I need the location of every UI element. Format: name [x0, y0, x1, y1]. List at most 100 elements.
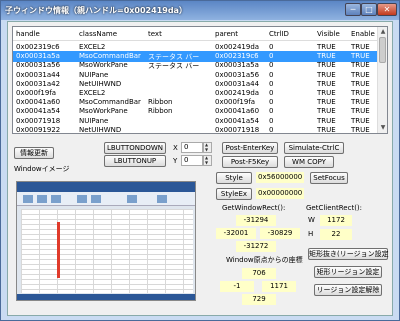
cell-parent: 0x000f19fa: [215, 98, 256, 107]
clientrect-width: 1172: [320, 215, 352, 226]
region-release-button[interactable]: リージョン設定解除: [314, 284, 382, 296]
title-bar[interactable]: 子ウィンドウ情報（親ハンドル=0x002419da） ─ □ ✕: [1, 1, 399, 20]
cell-enable: TRUE: [351, 52, 370, 61]
x-spinner[interactable]: ▲ ▼: [203, 142, 212, 153]
cell-classname: EXCEL2: [79, 89, 106, 97]
column-header-handle[interactable]: handle: [16, 30, 40, 38]
vertical-scrollbar[interactable]: ▲ ▼: [377, 27, 387, 133]
cell-enable: TRUE: [351, 79, 370, 88]
cell-visible: TRUE: [317, 79, 336, 88]
column-header-ctrlid[interactable]: CtrlID: [269, 30, 289, 38]
styleex-value: 0x00000000: [256, 188, 304, 199]
cell-parent: 0x00071918: [215, 125, 260, 134]
column-header-visible[interactable]: Visible: [317, 30, 340, 38]
cell-handle: 0x00041a54: [16, 107, 61, 116]
window-image-label: Windowイメージ: [14, 165, 70, 173]
getwindowrect-label: GetWindowRect():: [222, 204, 286, 212]
y-spinner[interactable]: ▲ ▼: [203, 155, 212, 166]
cell-classname: NetUIHWND: [79, 79, 122, 88]
cell-enable: TRUE: [351, 98, 370, 107]
post-f5key-button[interactable]: Post-F5Key: [222, 156, 278, 168]
cell-ctrlid: 0: [269, 107, 274, 116]
window-title: 子ウィンドウ情報（親ハンドル=0x002419da）: [5, 6, 187, 15]
cell-visible: TRUE: [317, 125, 336, 134]
cell-visible: TRUE: [317, 107, 336, 116]
list-row[interactable]: 0x00091922 NetUIHWND 0x00071918 0 TRUE TRUE: [13, 125, 379, 134]
cell-classname: MsoWorkPane: [79, 61, 128, 70]
close-button[interactable]: ✕: [377, 3, 397, 16]
cell-ctrlid: 0: [269, 125, 274, 134]
cell-classname: NUIPane: [79, 70, 109, 79]
cell-parent: 0x002419da: [215, 43, 260, 51]
child-window-info-dialog: 子ウィンドウ情報（親ハンドル=0x002419da） ─ □ ✕ handle …: [0, 0, 400, 321]
maximize-button[interactable]: □: [361, 3, 377, 16]
cell-parent: 0x002319c6: [215, 52, 259, 61]
lbuttondown-button[interactable]: LBUTTONDOWN: [104, 142, 166, 154]
cell-classname: MsoWorkPane: [79, 107, 128, 116]
wm-copy-button[interactable]: WM COPY: [284, 156, 334, 168]
preview-highlight: [57, 222, 60, 278]
cell-enable: TRUE: [351, 61, 370, 70]
cell-parent: 0x00041a60: [215, 107, 260, 116]
cell-enable: TRUE: [351, 125, 370, 134]
cell-handle: 0x00031a44: [16, 70, 61, 79]
cell-classname: EXCEL2: [79, 43, 106, 51]
preview-ribbon: [17, 192, 195, 206]
cell-ctrlid: 0: [269, 79, 274, 88]
cell-ctrlid: 0: [269, 61, 274, 70]
getclientrect-label: GetClientRect():: [306, 204, 363, 212]
column-header-text[interactable]: text: [148, 30, 162, 38]
lbuttonup-button[interactable]: LBUTTONUP: [104, 155, 166, 167]
cell-ctrlid: 0: [269, 70, 274, 79]
cell-handle: 0x000f19fa: [16, 89, 57, 97]
origin-bottom: 729: [242, 294, 276, 305]
preview-titlebar: [17, 182, 195, 192]
cell-text: Ribbon: [148, 107, 173, 116]
cell-ctrlid: 0: [269, 116, 274, 125]
cell-classname: NetUIHWND: [79, 125, 122, 134]
x-input[interactable]: 0: [181, 142, 203, 153]
scroll-up-icon[interactable]: ▲: [379, 28, 387, 36]
cell-handle: 0x00031a42: [16, 79, 61, 88]
simulate-ctrlc-button[interactable]: Simulate-CtrlC: [284, 142, 344, 154]
setfocus-button[interactable]: SetFocus: [310, 172, 348, 184]
cell-visible: TRUE: [317, 43, 336, 51]
style-button[interactable]: Style: [216, 172, 252, 184]
cell-handle: 0x00031a5a: [16, 52, 60, 61]
cell-ctrlid: 0: [269, 43, 274, 51]
cell-enable: TRUE: [351, 89, 370, 97]
cell-visible: TRUE: [317, 98, 336, 107]
cell-ctrlid: 0: [269, 98, 274, 107]
rect-region-button[interactable]: 矩形リージョン設定: [314, 266, 382, 278]
column-header-classname[interactable]: className: [79, 30, 117, 38]
cell-text: Ribbon: [148, 98, 173, 107]
minimize-button[interactable]: ─: [345, 3, 361, 16]
cell-enable: TRUE: [351, 43, 370, 51]
windowrect-bottom: -31272: [236, 241, 276, 252]
height-label: H: [308, 230, 314, 238]
refresh-button[interactable]: 情報更新: [14, 147, 54, 159]
windowrect-top: -31294: [236, 215, 276, 226]
cell-parent: 0x00041a54: [215, 116, 260, 125]
cell-handle: 0x00031a56: [16, 61, 61, 70]
post-enterkey-button[interactable]: Post-EnterKey: [222, 142, 278, 154]
column-header-enable[interactable]: Enable: [351, 30, 375, 38]
child-window-list[interactable]: handle className text parent CtrlID Visi…: [12, 26, 388, 134]
scroll-down-icon[interactable]: ▼: [379, 124, 387, 132]
rect-cutout-region-button[interactable]: 矩形抜き(リージョン設定: [308, 248, 389, 260]
cell-visible: TRUE: [317, 116, 336, 125]
cell-visible: TRUE: [317, 70, 336, 79]
cell-enable: TRUE: [351, 116, 370, 125]
cell-handle: 0x00091922: [16, 125, 61, 134]
cell-handle: 0x00071918: [16, 116, 61, 125]
list-header: handle className text parent CtrlID Visi…: [13, 27, 379, 41]
column-header-parent[interactable]: parent: [215, 30, 238, 38]
y-label: Y: [173, 157, 178, 165]
y-input[interactable]: 0: [181, 155, 203, 166]
scroll-thumb[interactable]: [379, 37, 386, 63]
windowrect-left: -32001: [216, 228, 256, 239]
cell-enable: TRUE: [351, 107, 370, 116]
styleex-button[interactable]: StyleEx: [216, 188, 252, 200]
cell-parent: 0x00031a5a: [215, 61, 259, 70]
cell-handle: 0x002319c6: [16, 43, 60, 51]
